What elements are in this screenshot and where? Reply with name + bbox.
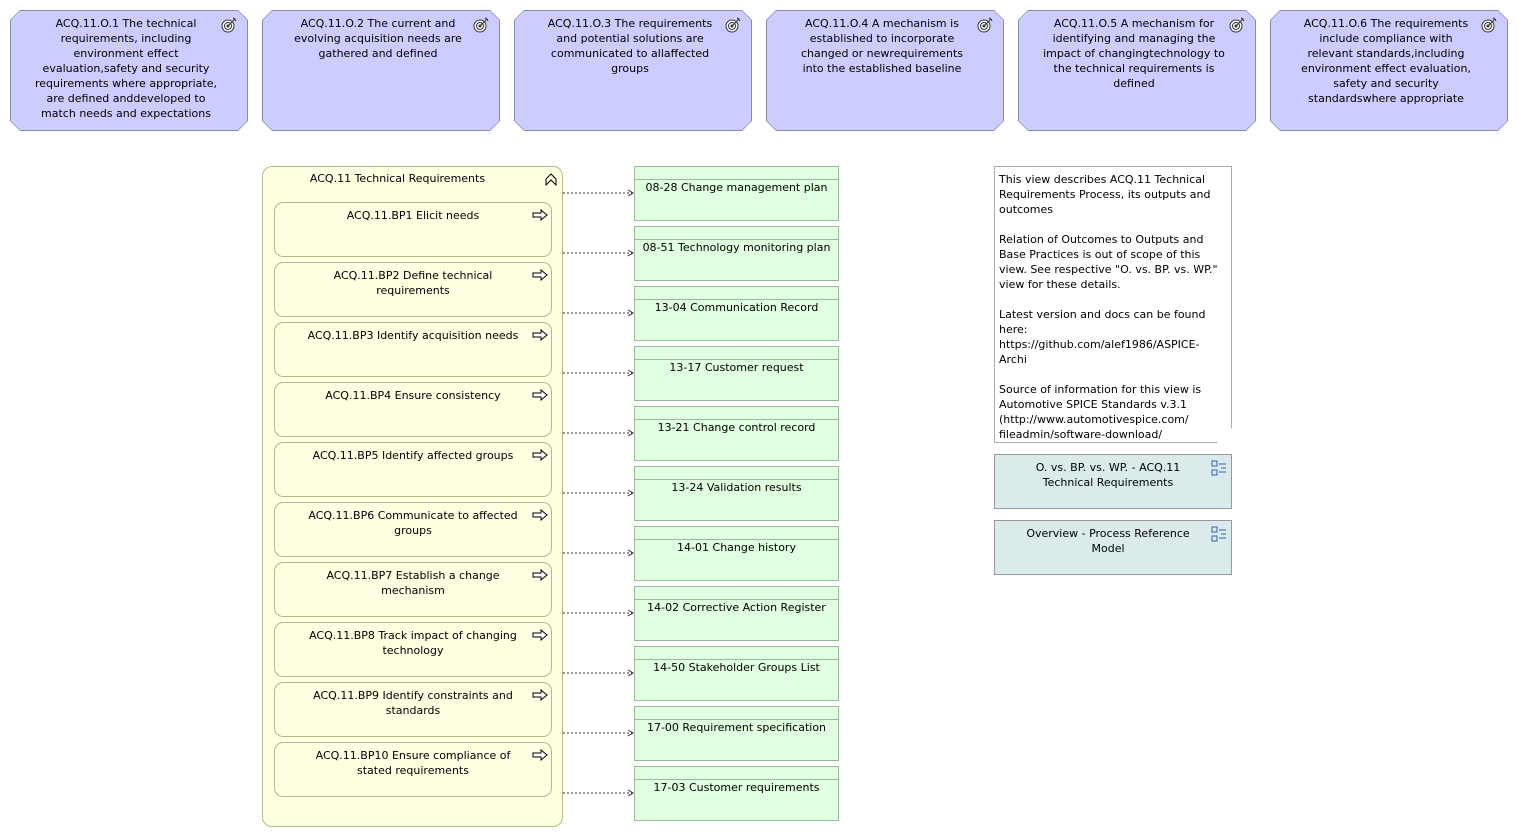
work-product-label: 14-50 Stakeholder Groups List: [653, 661, 820, 674]
work-product[interactable]: 17-00 Requirement specification: [634, 706, 839, 761]
work-product-label: 13-17 Customer request: [669, 361, 804, 374]
view-reference[interactable]: Overview - Process Reference Model: [994, 520, 1232, 575]
work-product-label: 17-03 Customer requirements: [653, 781, 820, 794]
work-product[interactable]: 13-24 Validation results: [634, 466, 839, 521]
work-product-label: 08-51 Technology monitoring plan: [642, 241, 831, 254]
output-connection[interactable]: [563, 489, 634, 497]
view-reference-label: Overview - Process Reference Model: [1026, 527, 1190, 555]
output-connection[interactable]: [563, 609, 634, 617]
output-connection[interactable]: [563, 729, 634, 737]
work-product[interactable]: 13-17 Customer request: [634, 346, 839, 401]
view-reference[interactable]: O. vs. BP. vs. WP. - ACQ.11 Technical Re…: [994, 454, 1232, 509]
output-connection[interactable]: [563, 249, 634, 257]
work-product[interactable]: 17-03 Customer requirements: [634, 766, 839, 821]
note: This view describes ACQ.11 Technical Req…: [994, 166, 1232, 443]
work-product[interactable]: 14-02 Corrective Action Register: [634, 586, 839, 641]
work-product-label: 14-02 Corrective Action Register: [647, 601, 826, 614]
output-connection[interactable]: [563, 429, 634, 437]
output-connection[interactable]: [563, 789, 634, 797]
output-connection[interactable]: [563, 309, 634, 317]
output-connection[interactable]: [563, 189, 634, 197]
work-product-label: 13-04 Communication Record: [654, 301, 819, 314]
work-product-label: 13-21 Change control record: [657, 421, 816, 434]
work-product-label: 14-01 Change history: [677, 541, 796, 554]
work-product-label: 17-00 Requirement specification: [646, 721, 827, 734]
work-product-label: 13-24 Validation results: [671, 481, 802, 494]
work-product[interactable]: 13-04 Communication Record: [634, 286, 839, 341]
output-connection[interactable]: [563, 549, 634, 557]
work-product[interactable]: 14-50 Stakeholder Groups List: [634, 646, 839, 701]
view-reference-label: O. vs. BP. vs. WP. - ACQ.11 Technical Re…: [1035, 461, 1181, 489]
work-product[interactable]: 08-28 Change management plan: [634, 166, 839, 221]
work-product-label: 08-28 Change management plan: [645, 181, 828, 194]
diagram-model-icon: [1211, 526, 1226, 542]
output-connection[interactable]: [563, 669, 634, 677]
diagram-model-icon: [1211, 460, 1226, 476]
output-connection[interactable]: [563, 369, 634, 377]
work-product[interactable]: 14-01 Change history: [634, 526, 839, 581]
work-product[interactable]: 13-21 Change control record: [634, 406, 839, 461]
work-product[interactable]: 08-51 Technology monitoring plan: [634, 226, 839, 281]
